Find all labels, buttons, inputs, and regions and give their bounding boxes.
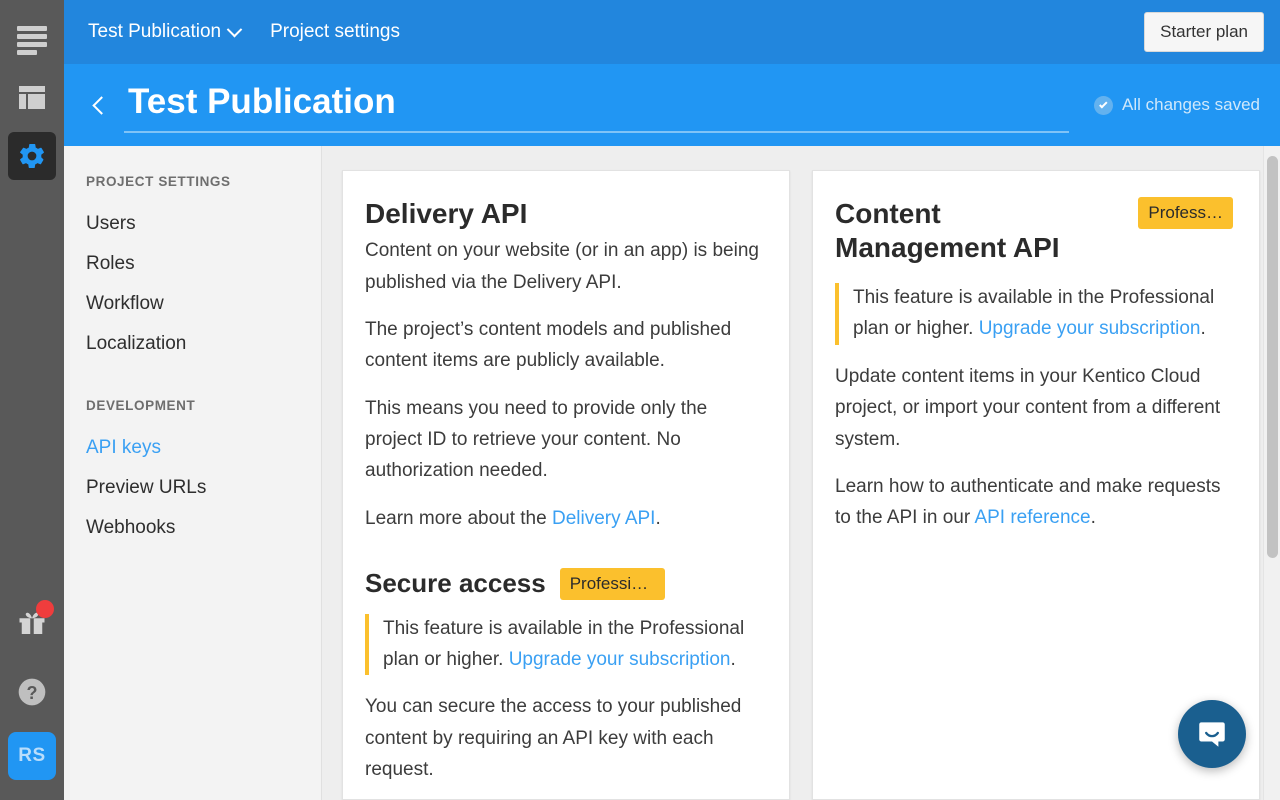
content-scrollbar[interactable] [1263,146,1280,800]
sidebar-group-label-development: DEVELOPMENT [86,398,321,413]
secure-access-plan-badge: Professional [560,568,665,600]
sidebar-item-roles[interactable]: Roles [86,244,321,284]
chat-bubble-icon [1195,717,1229,751]
card-delivery-api: Delivery API Content on your website (or… [342,170,790,800]
page-header: Test Publication All changes saved [64,64,1280,146]
project-switcher[interactable]: Test Publication [80,21,248,43]
link-upgrade-subscription-cm[interactable]: Upgrade your subscription [979,318,1201,339]
rail-item-help[interactable]: ? [8,668,56,716]
sidebar-spacer [86,364,321,398]
rail-item-settings[interactable] [8,132,56,180]
content-scrollbar-thumb[interactable] [1267,156,1278,558]
rail-item-whats-new[interactable] [8,598,56,646]
notification-badge [36,600,54,618]
card-delivery-api-title: Delivery API [365,197,763,231]
layout-dashboard-icon [17,83,47,113]
sidebar-item-workflow[interactable]: Workflow [86,284,321,324]
gear-icon [17,141,47,171]
cm-learn-suffix: . [1091,507,1096,528]
page-title-input[interactable]: Test Publication [124,78,1069,133]
card-delivery-api-paragraph-2: The project’s content models and publish… [365,314,763,377]
cm-api-upgrade-notice: This feature is available in the Profess… [835,283,1233,345]
cm-api-heading-row: Content Management API Profess… [835,197,1233,269]
notice-suffix: . [731,649,736,670]
card-delivery-api-paragraph-5: You can secure the access to your publis… [365,691,763,785]
learn-more-suffix: . [655,508,660,529]
sidebar-item-users[interactable]: Users [86,204,321,244]
top-navigation-bar: Test Publication Project settings Starte… [64,0,1280,64]
secure-access-title: Secure access [365,568,546,599]
nav-project-settings-label: Project settings [270,21,400,43]
save-status: All changes saved [1094,95,1260,115]
hamburger-menu-icon [17,26,47,55]
cm-api-plan-badge: Profess… [1138,197,1233,229]
card-content-management-api-paragraph-1: Update content items in your Kentico Clo… [835,361,1233,455]
question-mark-icon: ? [16,676,48,708]
card-delivery-api-paragraph-4: Learn more about the Delivery API. [365,503,763,534]
link-delivery-api[interactable]: Delivery API [552,508,655,529]
nav-project-settings[interactable]: Project settings [262,21,408,43]
back-button[interactable] [84,90,114,120]
main-region: Test Publication Project settings Starte… [64,0,1280,800]
sidebar-item-localization[interactable]: Localization [86,324,321,364]
settings-sidebar: PROJECT SETTINGS Users Roles Workflow Lo… [64,146,322,800]
app-icon-rail: ? RS [0,0,64,800]
sidebar-item-preview-urls[interactable]: Preview URLs [86,468,321,508]
chevron-down-icon [227,21,243,37]
secure-access-upgrade-notice: This feature is available in the Profess… [365,614,763,676]
svg-text:?: ? [27,683,38,703]
check-circle-icon [1094,96,1113,115]
card-content-management-api-title: Content Management API [835,197,1100,265]
card-content-management-api-paragraph-2: Learn how to authenticate and make reque… [835,471,1233,534]
sidebar-item-webhooks[interactable]: Webhooks [86,508,321,548]
card-delivery-api-paragraph-1: Content on your website (or in an app) i… [365,235,763,298]
secure-access-heading-row: Secure access Professional [365,568,763,600]
link-api-reference[interactable]: API reference [974,507,1090,528]
content-area: Delivery API Content on your website (or… [322,146,1280,800]
save-status-label: All changes saved [1122,95,1260,115]
chevron-left-icon [92,96,110,114]
card-delivery-api-paragraph-3: This means you need to provide only the … [365,393,763,487]
page-body: PROJECT SETTINGS Users Roles Workflow Lo… [64,146,1280,800]
sidebar-item-api-keys[interactable]: API keys [86,428,321,468]
sidebar-group-label-project-settings: PROJECT SETTINGS [86,174,321,189]
chat-launcher-button[interactable] [1178,700,1246,768]
project-switcher-label: Test Publication [88,21,221,43]
plan-button[interactable]: Starter plan [1144,12,1264,52]
rail-bottom-group: ? RS [0,598,64,800]
hamburger-menu-button[interactable] [8,16,56,64]
rail-top-group [8,0,56,190]
user-avatar[interactable]: RS [8,732,56,780]
learn-more-prefix: Learn more about the [365,508,552,529]
application-window: ? RS Test Publication Project settings S… [0,0,1280,800]
cm-notice-suffix: . [1201,318,1206,339]
rail-item-dashboard[interactable] [8,74,56,122]
link-upgrade-subscription-delivery[interactable]: Upgrade your subscription [509,649,731,670]
